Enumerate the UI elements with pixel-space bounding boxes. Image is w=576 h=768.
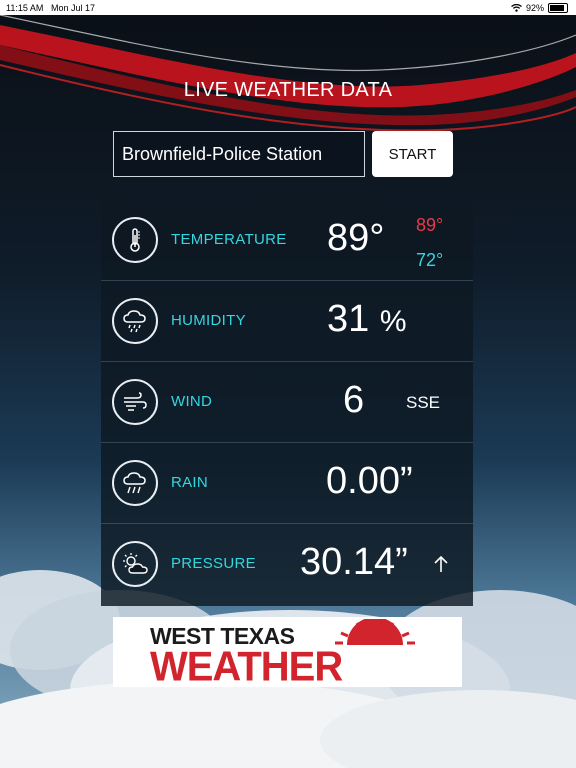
pressure-row: PRESSURE 30.14” (101, 524, 473, 604)
logo-line2: WEATHER (150, 643, 343, 691)
status-bar: 11:15 AM Mon Jul 17 92% (0, 0, 576, 15)
wind-label: WIND (171, 393, 213, 410)
wind-row: WIND 6 SSE (101, 362, 473, 443)
cloud-rain-icon (112, 460, 158, 506)
arrow-up-icon (434, 555, 448, 572)
humidity-row: HUMIDITY 31 % (101, 281, 473, 362)
page-title: LIVE WEATHER DATA (183, 79, 393, 101)
sun-cloud-icon (112, 541, 158, 587)
wind-icon (112, 379, 158, 425)
temperature-high: 89° (416, 215, 444, 235)
humidity-value: 31 (327, 298, 370, 340)
status-time: 11:15 AM (6, 2, 44, 13)
humidity-unit: % (379, 305, 407, 338)
west-texas-weather-logo: WEST TEXAS WEATHER (113, 617, 462, 690)
thermometer-icon (112, 217, 158, 263)
sun-logo-icon (335, 619, 415, 645)
wind-direction: SSE (406, 393, 441, 412)
temperature-value: 89° (327, 217, 385, 259)
weather-panel: TEMPERATURE 89° 89° 72° HUMIDITY 31 % WI… (101, 200, 473, 606)
wind-value: 6 (343, 379, 365, 421)
temperature-low: 72° (416, 250, 444, 270)
rain-label: RAIN (171, 474, 209, 491)
rain-value: 0.00” (326, 460, 413, 502)
rain-row: RAIN 0.00” (101, 443, 473, 524)
humidity-label: HUMIDITY (171, 312, 246, 329)
status-right: 92% (511, 2, 568, 13)
pressure-value: 30.14” (300, 541, 408, 583)
status-date: Mon Jul 17 (51, 2, 96, 13)
cloud-rain-icon (112, 298, 158, 344)
humidity-value-group: 31 % (327, 298, 407, 341)
pressure-label: PRESSURE (171, 555, 256, 572)
start-button[interactable]: START (372, 131, 453, 177)
battery-percent: 92% (525, 2, 544, 13)
temperature-row: TEMPERATURE 89° 89° 72° (101, 200, 473, 281)
battery-icon (548, 2, 568, 13)
wifi-icon (511, 3, 522, 12)
station-value: Brownfield-Police Station (122, 143, 323, 164)
station-field[interactable]: Brownfield-Police Station (113, 131, 365, 177)
temperature-label: TEMPERATURE (171, 231, 287, 248)
